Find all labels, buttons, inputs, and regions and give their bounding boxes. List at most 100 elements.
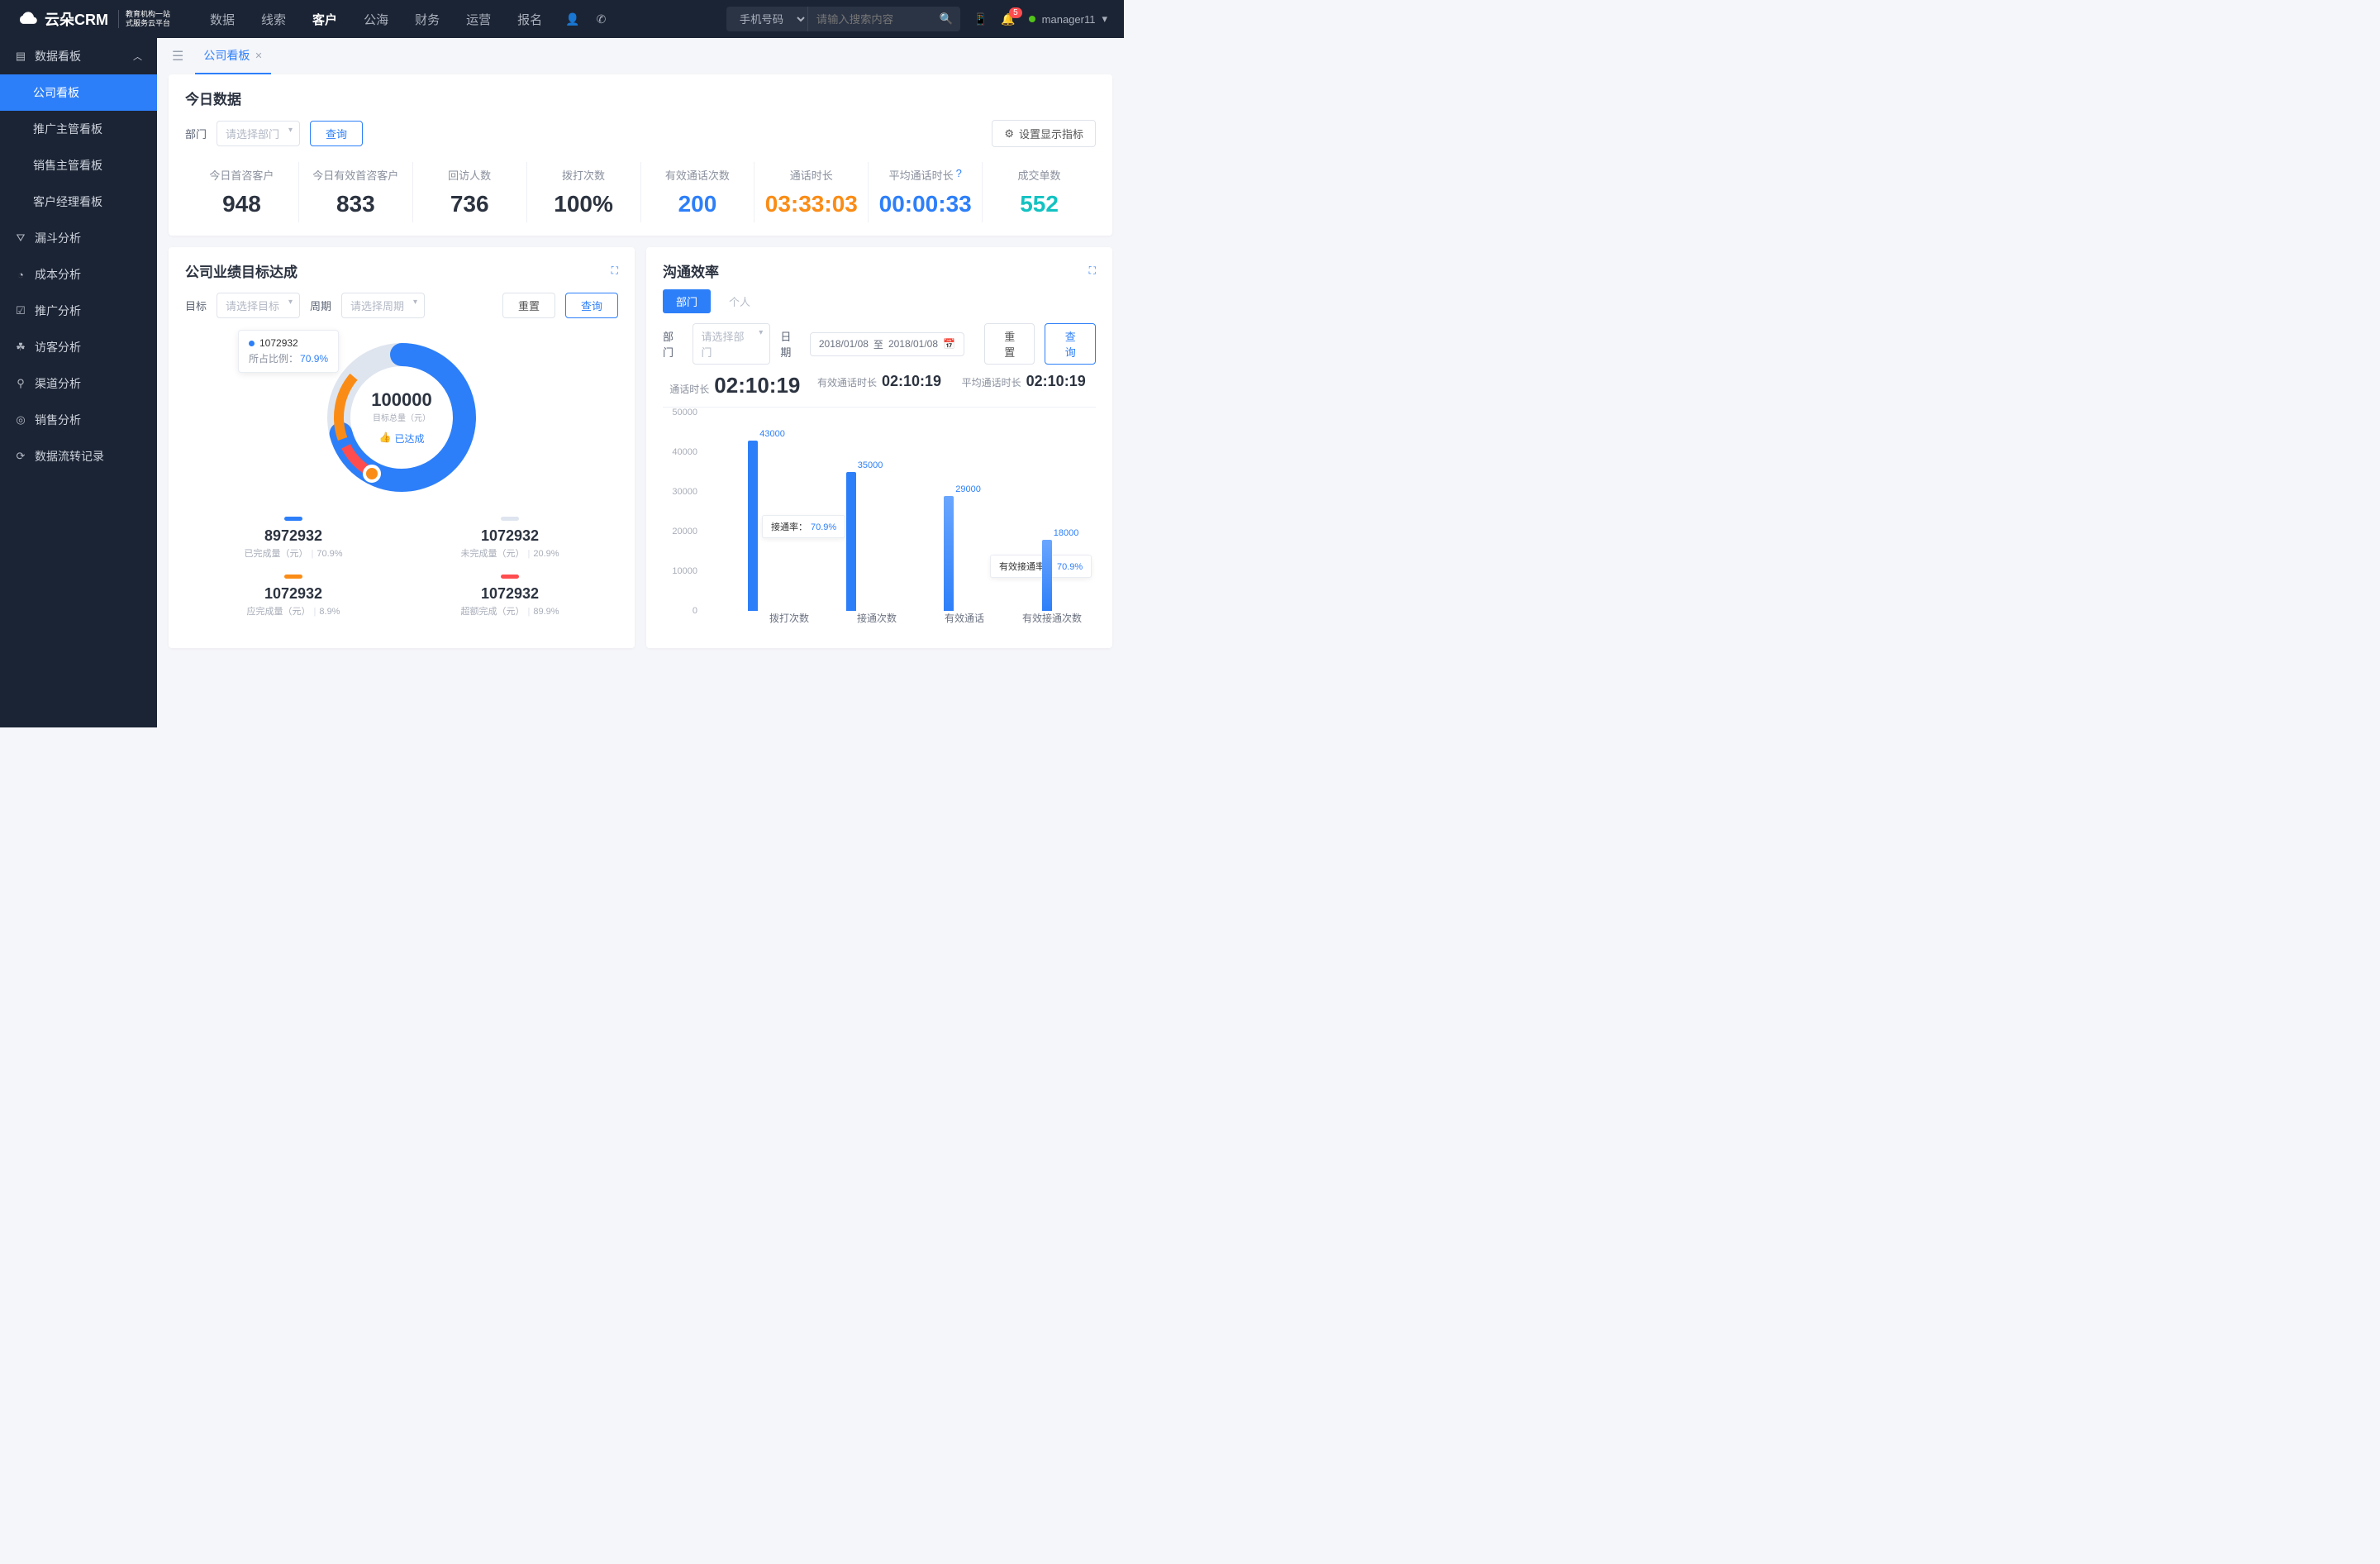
tab-label: 公司看板 (203, 47, 250, 64)
nav-item[interactable]: 线索 (261, 11, 286, 28)
goal-title: 公司业绩目标达成 (185, 260, 298, 281)
dept-label: 部门 (663, 328, 683, 360)
ytick: 40000 (672, 447, 697, 457)
kpi: 平均通话时长 ?00:00:33 (869, 162, 983, 222)
menu-toggle-icon[interactable]: ☰ (172, 48, 183, 64)
sidebar-item[interactable]: ☑推广分析 (0, 293, 157, 329)
chart-tooltip: 1072932 所占比例：70.9% (238, 330, 339, 373)
tab-company-board[interactable]: 公司看板 ✕ (195, 38, 270, 74)
efficiency-summary: 通话时长02:10:19有效通话时长02:10:19平均通话时长02:10:19 (663, 365, 1096, 407)
sidebar-item-icon: ◎ (15, 413, 26, 427)
xtick: 有效接通次数 (1008, 611, 1096, 625)
kpi: 通话时长03:33:03 (754, 162, 869, 222)
dept-select[interactable]: 请选择部门 (217, 121, 300, 146)
ytick: 0 (693, 606, 697, 616)
donut-chart: 1072932 所占比例：70.9% 100000 目标总量（元） 👍已达成 (185, 318, 618, 517)
sidebar-item[interactable]: ☘访客分析 (0, 329, 157, 365)
query-button[interactable]: 查询 (310, 121, 363, 146)
query-button[interactable]: 查询 (565, 293, 618, 318)
app-header: 云朵CRM 教育机构一站式服务云平台 数据线索客户公海财务运营报名 👤 ✆ 手机… (0, 0, 1124, 38)
target-select[interactable]: 请选择目标 (217, 293, 300, 318)
sidebar-item[interactable]: ◎销售分析 (0, 402, 157, 438)
sidebar-item[interactable]: 销售主管看板 (0, 147, 157, 184)
target-label: 目标 (185, 298, 207, 313)
phone-icon[interactable]: ✆ (597, 12, 607, 26)
sidebar-item[interactable]: ⟳数据流转记录 (0, 438, 157, 474)
expand-icon[interactable]: ⛶ (1089, 265, 1096, 277)
sidebar-item[interactable]: ⛛漏斗分析 (0, 220, 157, 256)
sidebar-item-icon: ☑ (15, 304, 26, 317)
legend-item: 1072932应完成量（元）|8.9% (185, 575, 402, 617)
seg-dept[interactable]: 部门 (663, 289, 711, 313)
person-add-icon[interactable]: 👤 (565, 12, 579, 26)
settings-button[interactable]: ⚙ 设置显示指标 (992, 120, 1096, 147)
period-select[interactable]: 请选择周期 (341, 293, 425, 318)
username: manager11 (1042, 13, 1096, 26)
nav-item[interactable]: 运营 (466, 11, 491, 28)
expand-icon[interactable]: ⛶ (612, 265, 618, 277)
dept-select[interactable]: 请选择部门 (693, 323, 771, 365)
help-icon[interactable]: ? (956, 167, 962, 183)
sidebar-item[interactable]: ◔成本分析 (0, 256, 157, 293)
nav-item[interactable]: 数据 (210, 11, 235, 28)
legend-item: 8972932已完成量（元）|70.9% (185, 517, 402, 560)
nav-item[interactable]: 财务 (415, 11, 440, 28)
reset-button[interactable]: 重置 (984, 323, 1035, 365)
kpi-row: 今日首咨客户948今日有效首咨客户833回访人数736拨打次数100%有效通话次… (185, 162, 1096, 222)
donut-center: 100000 目标总量（元） 👍已达成 (371, 389, 431, 446)
top-nav: 数据 线索 客户 公海 财务 运营 报名 (210, 11, 542, 28)
gear-icon: ⚙ (1004, 127, 1014, 141)
kpi: 今日有效首咨客户833 (299, 162, 413, 222)
query-button[interactable]: 查询 (1045, 323, 1096, 365)
cloud-icon (17, 10, 40, 28)
sidebar-item[interactable]: 客户经理看板 (0, 184, 157, 220)
seg-person[interactable]: 个人 (716, 289, 764, 313)
dept-label: 部门 (185, 126, 207, 141)
bar-chart: 01000020000300004000050000 接通率：70.9% 有效接… (663, 407, 1096, 635)
sidebar-item-icon: ⛛ (15, 231, 26, 245)
tabs-bar: ☰ 公司看板 ✕ (169, 38, 1112, 74)
bar: 43000 (748, 441, 758, 611)
search-type-select[interactable]: 手机号码 (726, 7, 808, 31)
mobile-icon[interactable]: 📱 (973, 12, 988, 26)
ytick: 50000 (672, 408, 697, 417)
reset-button[interactable]: 重置 (502, 293, 555, 318)
search-input[interactable] (808, 7, 932, 31)
nav-item[interactable]: 公海 (364, 11, 388, 28)
notif-badge: 5 (1009, 7, 1022, 18)
today-card: 今日数据 部门 请选择部门 查询 ⚙ 设置显示指标 今日首咨客户948今日有效首… (169, 74, 1112, 236)
xtick: 拨打次数 (745, 611, 833, 625)
sidebar-item-icon: ⚲ (15, 377, 26, 390)
efficiency-card: 沟通效率 ⛶ 部门 个人 部门 请选择部门 日期 2018/01/08 至 20… (646, 247, 1112, 648)
xtick: 有效通话 (921, 611, 1008, 625)
bar: 18000 (1042, 540, 1052, 611)
main-content: ☰ 公司看板 ✕ 今日数据 部门 请选择部门 查询 ⚙ 设置显示指标 今日首咨客… (157, 38, 1124, 727)
legend-item: 1072932超额完成（元）|89.9% (402, 575, 618, 617)
sidebar-item-icon: ⟳ (15, 450, 26, 463)
kpi: 回访人数736 (413, 162, 527, 222)
sidebar-group-dashboard[interactable]: ▤ 数据看板 ︿ (0, 38, 157, 74)
kpi: 有效通话次数200 (641, 162, 755, 222)
kpi: 拨打次数100% (527, 162, 641, 222)
search-button[interactable]: 🔍 (932, 7, 960, 31)
sidebar-item[interactable]: 推广主管看板 (0, 111, 157, 147)
sidebar-item[interactable]: ⚲渠道分析 (0, 365, 157, 402)
date-range-picker[interactable]: 2018/01/08 至 2018/01/08 📅 (810, 332, 964, 356)
sidebar-item-icon: ◔ (15, 269, 26, 281)
bar-slot: 29000 (900, 412, 998, 611)
nav-item[interactable]: 客户 (312, 11, 337, 28)
sidebar-group-label: 数据看板 (35, 48, 81, 64)
tab-close-icon[interactable]: ✕ (255, 50, 262, 61)
ytick: 10000 (672, 566, 697, 576)
user-menu[interactable]: manager11 ▾ (1029, 12, 1107, 26)
goal-card: 公司业绩目标达成 ⛶ 目标 请选择目标 周期 请选择周期 重置 查询 10729… (169, 247, 635, 648)
thumbsup-icon: 👍 (379, 432, 392, 446)
nav-item[interactable]: 报名 (517, 11, 542, 28)
xtick: 接通次数 (833, 611, 921, 625)
notifications-bell[interactable]: 🔔5 (1001, 12, 1015, 26)
calendar-icon: 📅 (943, 338, 955, 350)
today-title: 今日数据 (185, 88, 1096, 108)
efficiency-title: 沟通效率 (663, 260, 719, 281)
sidebar-item[interactable]: 公司看板 (0, 74, 157, 111)
legend-item: 1072932未完成量（元）|20.9% (402, 517, 618, 560)
